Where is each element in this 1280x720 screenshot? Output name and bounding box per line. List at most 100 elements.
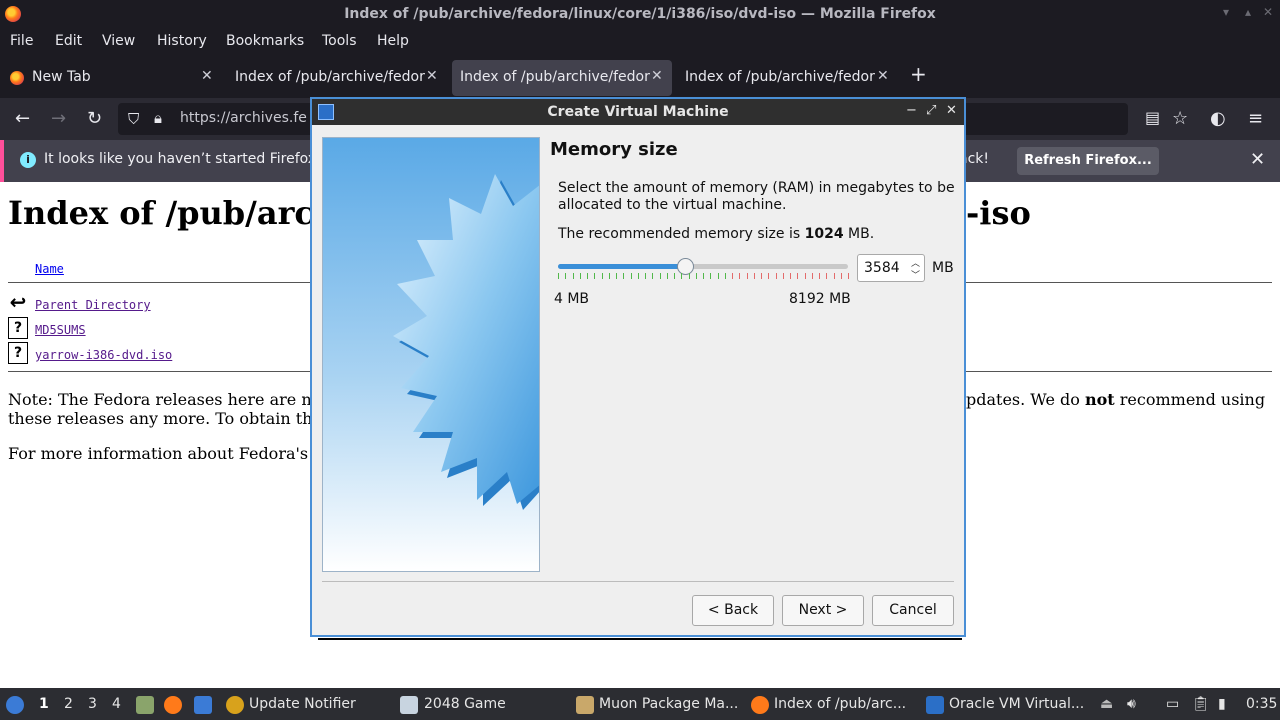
- menu-view[interactable]: View: [102, 33, 135, 49]
- slider-tick: [652, 273, 653, 279]
- menu-history[interactable]: History: [157, 33, 207, 49]
- slider-handle[interactable]: [677, 258, 694, 275]
- slider-tick: [725, 273, 726, 279]
- forward-arrow-icon[interactable]: →: [51, 108, 66, 129]
- clipboard-icon[interactable]: 📋︎: [1192, 696, 1210, 712]
- back-arrow-icon[interactable]: ←: [15, 108, 30, 129]
- tab-new-tab[interactable]: New Tab ✕: [0, 60, 222, 96]
- divider: [318, 638, 962, 640]
- desktop-icon[interactable]: [194, 696, 212, 714]
- close-notification-icon[interactable]: ✕: [1250, 149, 1265, 170]
- workspace-1[interactable]: 1: [39, 696, 49, 712]
- menu-tools[interactable]: Tools: [322, 33, 357, 49]
- unknown-file-icon: ?: [8, 317, 28, 339]
- slider-tick: [580, 273, 581, 279]
- slider-tick: [797, 273, 798, 279]
- next-button[interactable]: Next >: [782, 595, 864, 626]
- url-text[interactable]: https://archives.fe: [180, 110, 307, 126]
- note-text-left: Note: The Fedora releases here are n: [8, 390, 312, 409]
- slider-tick: [761, 273, 762, 279]
- name-column-header[interactable]: Name: [35, 262, 64, 276]
- volume-icon[interactable]: 🔊︎: [1127, 696, 1136, 712]
- account-icon[interactable]: ◐: [1210, 108, 1226, 129]
- cancel-button[interactable]: Cancel: [872, 595, 954, 626]
- taskbar-2048-game[interactable]: 2048 Game: [424, 696, 506, 712]
- slider-tick: [681, 273, 682, 279]
- firefox-favicon-icon: [10, 71, 24, 85]
- firefox-icon: [751, 696, 769, 714]
- more-info-text: For more information about Fedora's: [8, 444, 309, 463]
- new-tab-button[interactable]: +: [910, 62, 927, 86]
- md5sums-link[interactable]: MD5SUMS: [35, 323, 86, 337]
- tab-close-icon[interactable]: ✕: [426, 68, 438, 84]
- back-button[interactable]: < Back: [692, 595, 774, 626]
- memory-description: Select the amount of memory (RAM) in meg…: [558, 180, 955, 213]
- taskbar-muon[interactable]: Muon Package Ma...: [599, 696, 738, 712]
- refresh-firefox-button[interactable]: Refresh Firefox...: [1017, 147, 1159, 175]
- firefox-titlebar: Index of /pub/archive/fedora/linux/core/…: [0, 0, 1280, 28]
- menu-edit[interactable]: Edit: [55, 33, 82, 49]
- back-arrow-icon: ↩: [8, 290, 28, 314]
- iso-file-link[interactable]: yarrow-i386-dvd.iso: [35, 348, 172, 362]
- bookmark-star-icon[interactable]: ☆: [1172, 108, 1188, 129]
- tray-eject-icon[interactable]: ⏏: [1100, 696, 1113, 712]
- slider-tick: [783, 273, 784, 279]
- memory-slider[interactable]: [556, 257, 850, 281]
- slider-tick: [732, 273, 733, 279]
- tab-index-3[interactable]: Index of /pub/archive/fedora ✕: [676, 60, 898, 96]
- taskbar-firefox[interactable]: Index of /pub/arc...: [774, 696, 906, 712]
- slider-tick: [805, 273, 806, 279]
- slider-tick: [754, 273, 755, 279]
- menu-help[interactable]: Help: [377, 33, 409, 49]
- reader-view-icon[interactable]: ▤: [1145, 108, 1160, 127]
- file-manager-icon[interactable]: [136, 696, 154, 714]
- firefox-icon[interactable]: [164, 696, 182, 714]
- parent-directory-link[interactable]: Parent Directory: [35, 298, 151, 312]
- tab-close-icon[interactable]: ✕: [877, 68, 889, 84]
- notification-text: It looks like you haven’t started Firefo…: [44, 151, 317, 167]
- memory-spinbox[interactable]: 3584 ︿ ﹀: [857, 254, 925, 282]
- slider-tick: [834, 273, 835, 279]
- reload-icon[interactable]: ↻: [87, 108, 102, 129]
- tab-index-1[interactable]: Index of /pub/archive/fedora ✕: [225, 60, 447, 96]
- taskbar-update-notifier[interactable]: Update Notifier: [249, 696, 356, 712]
- tab-index-2-active[interactable]: Index of /pub/archive/fedora ✕: [452, 60, 672, 96]
- start-menu-icon[interactable]: [6, 696, 24, 714]
- slider-tick: [689, 273, 690, 279]
- workspace-4[interactable]: 4: [112, 696, 121, 712]
- battery-icon[interactable]: ▮: [1218, 696, 1226, 712]
- slider-fill: [558, 264, 685, 269]
- menu-bar: File Edit View History Bookmarks Tools H…: [0, 28, 1280, 56]
- menu-bookmarks[interactable]: Bookmarks: [226, 33, 304, 49]
- slider-tick: [674, 273, 675, 279]
- tab-label: Index of /pub/archive/fedora: [460, 69, 650, 85]
- workspace-2[interactable]: 2: [64, 696, 73, 712]
- page-heading-end: -iso: [966, 194, 1031, 232]
- slider-tick: [768, 273, 769, 279]
- slider-tick: [841, 273, 842, 279]
- slider-max-label: 8192 MB: [789, 291, 851, 307]
- hamburger-menu-icon[interactable]: ≡: [1248, 108, 1263, 129]
- slider-tick: [638, 273, 639, 279]
- maximize-icon[interactable]: ▴: [1240, 4, 1256, 20]
- minimize-icon[interactable]: ▾: [1218, 4, 1234, 20]
- slider-tick: [631, 273, 632, 279]
- memory-value[interactable]: 3584: [864, 260, 900, 276]
- tab-label: Index of /pub/archive/fedora: [685, 69, 875, 85]
- shield-icon[interactable]: ⛉: [128, 110, 139, 128]
- spin-down-icon[interactable]: ﹀: [911, 268, 920, 281]
- workspace-3[interactable]: 3: [88, 696, 97, 712]
- tab-close-icon[interactable]: ✕: [201, 68, 213, 84]
- maximize-icon[interactable]: ⤢: [926, 103, 936, 118]
- tab-close-icon[interactable]: ✕: [651, 68, 663, 84]
- network-icon[interactable]: ▭: [1166, 696, 1179, 712]
- update-notifier-icon: [226, 696, 244, 714]
- close-window-icon[interactable]: ✕: [1260, 4, 1276, 20]
- taskbar-virtualbox[interactable]: Oracle VM Virtual...: [949, 696, 1084, 712]
- close-icon[interactable]: ✕: [946, 103, 957, 118]
- menu-file[interactable]: File: [10, 33, 33, 49]
- lock-icon[interactable]: 🔒︎: [154, 109, 162, 127]
- minimize-icon[interactable]: −: [906, 103, 917, 118]
- recommended-memory-text: The recommended memory size is 1024 MB.: [558, 226, 875, 242]
- slider-tick: [609, 273, 610, 279]
